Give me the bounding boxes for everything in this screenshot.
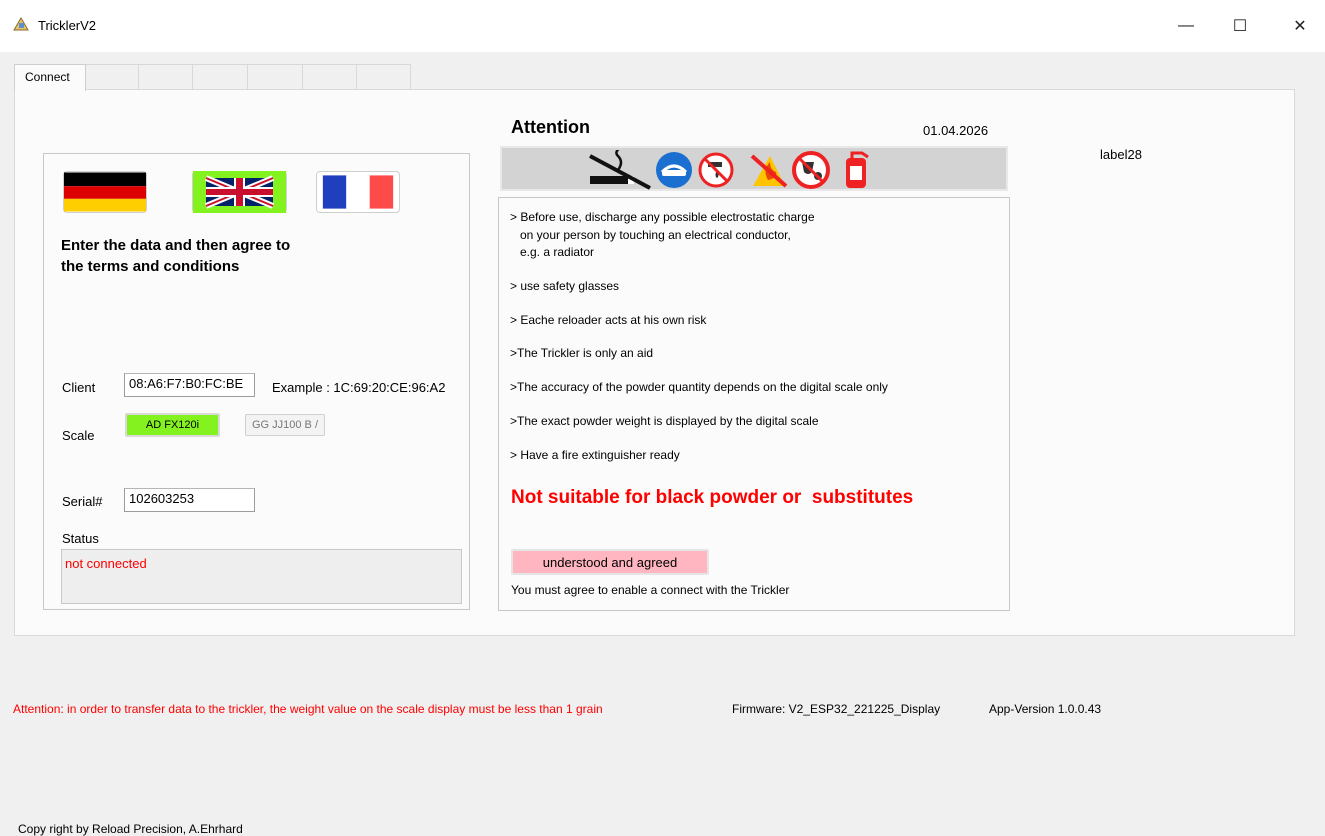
safety-icons-bar [500, 146, 1008, 191]
note-own-risk: > Eache reloader acts at his own risk [510, 313, 707, 327]
client-label: Client [62, 380, 96, 395]
serial-input[interactable]: 102603253 [124, 488, 255, 512]
serial-label: Serial# [62, 494, 103, 509]
attention-title: Attention [511, 117, 590, 137]
german-flag-icon [64, 172, 146, 212]
fire-extinguisher-icon [846, 151, 869, 188]
uk-flag-icon [193, 171, 286, 213]
note-safety-glasses: > use safety glasses [510, 279, 620, 293]
label28: label28 [1100, 147, 1142, 162]
scale-option-gg-jj100b[interactable]: GG JJ100 B / [245, 414, 325, 436]
understood-and-agreed-button[interactable]: understood and agreed [511, 549, 709, 575]
attention-date: 01.04.2026 [923, 123, 989, 138]
tab-3[interactable] [138, 64, 194, 89]
transfer-warning: Attention: in order to transfer data to … [13, 702, 603, 716]
uk-flag-button[interactable] [192, 171, 287, 213]
window-title: TricklerV2 [38, 18, 97, 33]
no-water-icon [698, 152, 734, 188]
german-flag-button[interactable] [63, 171, 147, 213]
french-flag-icon [322, 175, 394, 209]
note-electrostatic-line-2: on your person by touching an electrical… [510, 228, 791, 242]
firmware-version: Firmware: V2_ESP32_221225_Display [732, 702, 941, 716]
agree-hint: You must agree to enable a connect with … [511, 583, 790, 597]
tab-2[interactable] [84, 64, 140, 89]
no-open-flame-icon [750, 154, 788, 188]
note-accuracy: >The accuracy of the powder quantity dep… [510, 380, 888, 394]
french-flag-button[interactable] [316, 171, 400, 213]
title-bar [0, 0, 1325, 52]
maximize-button[interactable]: ☐ [1217, 0, 1263, 52]
app-version: App-Version 1.0.0.43 [989, 702, 1102, 716]
app-icon [12, 16, 30, 32]
status-box: not connected [61, 549, 462, 604]
minimize-button[interactable]: — [1163, 0, 1209, 52]
status-value: not connected [65, 556, 147, 571]
note-electrostatic-line-3: e.g. a radiator [510, 245, 595, 259]
no-smoking-icon [589, 150, 651, 190]
no-food-drink-icon [792, 151, 830, 189]
instruction-line-2: the terms and conditions [61, 258, 240, 275]
client-input[interactable]: 08:A6:F7:B0:FC:BE [124, 373, 255, 397]
status-label: Status [62, 531, 99, 546]
tab-7[interactable] [356, 64, 411, 89]
close-button[interactable]: ✕ [1277, 0, 1323, 52]
tab-6[interactable] [302, 64, 358, 89]
tab-4[interactable] [192, 64, 249, 89]
note-fire-extinguisher: > Have a fire extinguisher ready [510, 448, 680, 462]
note-only-aid: >The Trickler is only an aid [510, 346, 654, 360]
scale-label: Scale [62, 428, 95, 443]
scale-option-ad-fx120i[interactable]: AD FX120i [125, 413, 220, 437]
note-exact-weight: >The exact powder weight is displayed by… [510, 414, 819, 428]
note-electrostatic-line-1: > Before use, discharge any possible ele… [510, 210, 815, 224]
tab-5[interactable] [247, 64, 304, 89]
instruction-line-1: Enter the data and then agree to [61, 237, 291, 254]
client-example: Example : 1C:69:20:CE:96:A2 [272, 380, 446, 395]
black-powder-warning: Not suitable for black powder or substit… [511, 487, 914, 508]
copyright: Copy right by Reload Precision, A.Ehrhar… [18, 822, 243, 836]
tab-connect[interactable]: Connect [14, 64, 86, 91]
tab-connect-label: Connect [25, 70, 70, 84]
eye-protection-icon [656, 152, 692, 188]
